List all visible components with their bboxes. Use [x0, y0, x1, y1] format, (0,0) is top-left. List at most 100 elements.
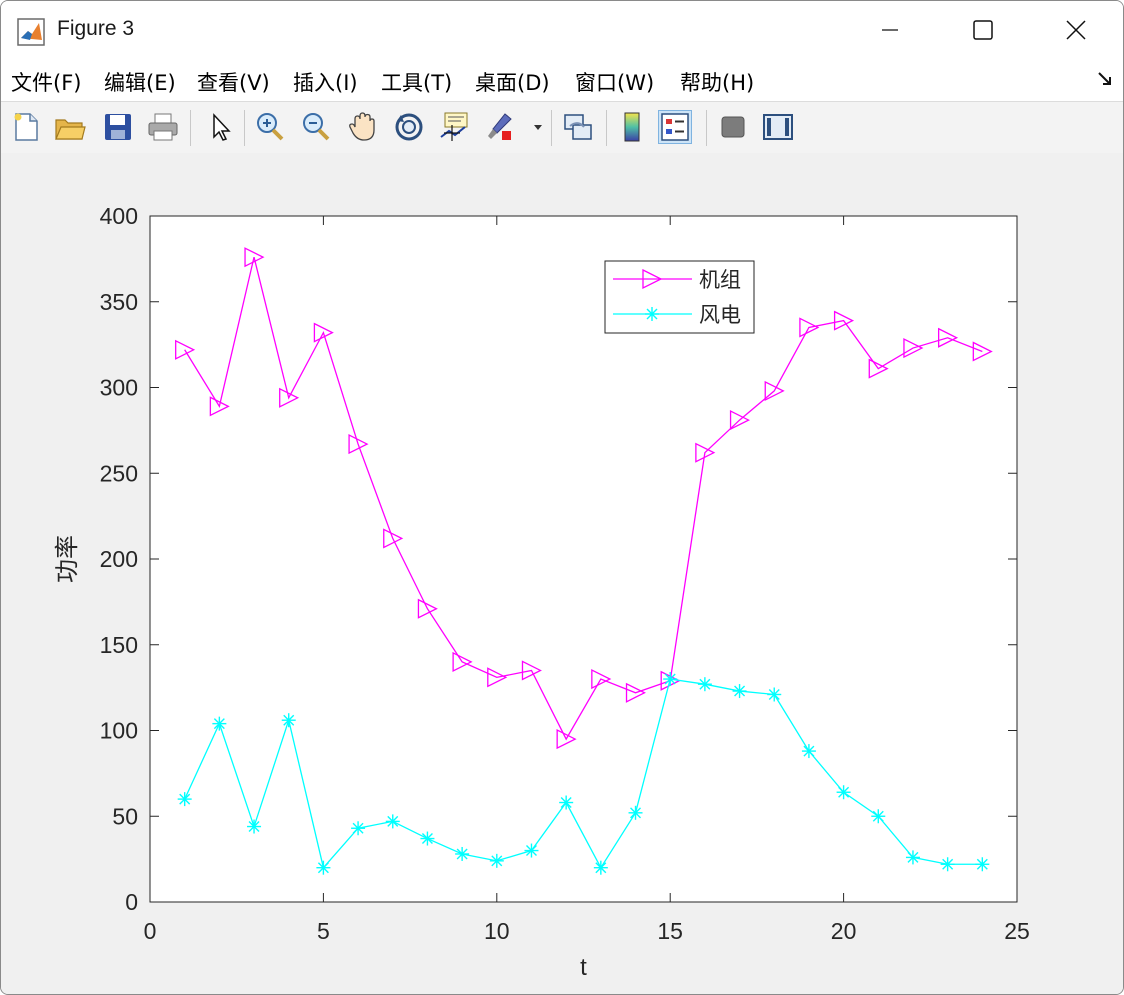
x-tick-label: 5	[317, 918, 330, 944]
hide-plot-tools-icon	[721, 116, 745, 138]
data-point-wind[interactable]	[767, 687, 782, 702]
data-point-wind[interactable]	[836, 785, 851, 800]
show-plot-tools-icon	[763, 114, 793, 140]
close-button[interactable]	[1030, 1, 1122, 59]
rotate-button[interactable]	[392, 110, 426, 144]
y-tick-label: 250	[100, 460, 138, 486]
y-tick-label: 0	[125, 889, 138, 915]
toolbar-separator	[551, 110, 552, 146]
toolbar-separator	[244, 110, 245, 146]
data-point-wind[interactable]	[420, 831, 435, 846]
x-tick-label: 25	[1004, 918, 1030, 944]
data-point-wind[interactable]	[975, 857, 990, 872]
toolbar-separator	[190, 110, 191, 146]
maximize-button[interactable]	[937, 1, 1029, 59]
data-cursor-button[interactable]	[438, 110, 472, 144]
data-point-wind[interactable]	[871, 809, 886, 824]
pan-button[interactable]	[346, 110, 380, 144]
x-axis-label: t	[580, 954, 587, 981]
data-point-wind[interactable]	[385, 814, 400, 829]
data-point-wind[interactable]	[455, 846, 470, 861]
data-point-wind[interactable]	[247, 819, 262, 834]
data-point-wind[interactable]	[663, 672, 678, 687]
toolbar-separator	[706, 110, 707, 146]
menu-tools[interactable]: 工具(T)	[381, 67, 452, 97]
zoom-out-icon	[303, 113, 330, 141]
window-title: Figure 3	[57, 17, 135, 40]
select-button[interactable]	[204, 110, 238, 144]
legend-marker-wind[interactable]	[645, 307, 659, 321]
colorbar-button[interactable]	[615, 110, 649, 144]
y-tick-label: 400	[100, 203, 138, 229]
x-tick-label: 10	[484, 918, 510, 944]
data-point-wind[interactable]	[177, 792, 192, 807]
title-bar[interactable]: Figure 3	[1, 1, 1123, 59]
rotate-3d-icon	[395, 113, 423, 141]
legend-icon	[661, 113, 689, 141]
legend-label-unit: 机组	[699, 269, 741, 292]
data-point-wind[interactable]	[212, 716, 227, 731]
y-tick-label: 200	[100, 546, 138, 572]
menu-help[interactable]: 帮助(H)	[680, 67, 754, 97]
line-chart[interactable]: 0 5 10 15 20 25050100150200250300350400t功率机组风…	[1, 153, 1123, 994]
open-file-button[interactable]	[53, 110, 87, 144]
menu-insert[interactable]: 插入(I)	[293, 67, 358, 97]
data-point-wind[interactable]	[905, 850, 920, 865]
zoom-out-button[interactable]	[299, 110, 333, 144]
show-plot-tools-button[interactable]	[761, 110, 795, 144]
y-tick-label: 300	[100, 375, 138, 401]
plot-area[interactable]	[150, 216, 1017, 902]
data-point-wind[interactable]	[559, 795, 574, 810]
brush-button[interactable]	[485, 110, 519, 144]
print-button[interactable]	[146, 110, 180, 144]
toolbar	[1, 101, 1123, 154]
menu-file[interactable]: 文件(F)	[11, 67, 81, 97]
data-point-wind[interactable]	[524, 843, 539, 858]
data-point-wind[interactable]	[316, 860, 331, 875]
data-point-wind[interactable]	[281, 713, 296, 728]
figure-window: Figure 3 文件(F) 编辑(E) 查看(V) 插入(I) 工具(T) 桌…	[0, 0, 1124, 995]
print-icon	[148, 113, 178, 141]
save-button[interactable]	[101, 110, 135, 144]
menu-desktop[interactable]: 桌面(D)	[475, 67, 550, 97]
toolbar-separator	[606, 110, 607, 146]
open-file-icon	[55, 119, 86, 140]
data-point-wind[interactable]	[593, 860, 608, 875]
dock-arrow-icon[interactable]	[1097, 71, 1113, 87]
y-tick-label: 50	[112, 803, 138, 829]
data-point-wind[interactable]	[801, 744, 816, 759]
y-tick-label: 100	[100, 718, 138, 744]
matlab-logo-icon	[17, 18, 45, 46]
data-point-wind[interactable]	[351, 821, 366, 836]
new-figure-icon	[14, 113, 38, 141]
save-icon	[105, 114, 131, 140]
close-icon	[1066, 20, 1086, 40]
zoom-in-icon	[257, 113, 284, 141]
figure-canvas[interactable]: 0 5 10 15 20 25 0 50 100 150 200 250 300 350 400 t 功率 机组风…	[1, 153, 1123, 994]
colorbar-icon	[624, 112, 640, 142]
zoom-in-button[interactable]	[253, 110, 287, 144]
data-point-wind[interactable]	[697, 677, 712, 692]
minimize-icon	[882, 29, 898, 31]
link-plot-button[interactable]	[561, 110, 595, 144]
maximize-icon	[973, 20, 993, 40]
hide-plot-tools-button[interactable]	[716, 110, 750, 144]
data-point-wind[interactable]	[732, 684, 747, 699]
y-tick-label: 150	[100, 632, 138, 658]
legend-label-wind: 风电	[699, 304, 741, 327]
legend-button[interactable]	[658, 110, 692, 144]
menu-window[interactable]: 窗口(W)	[575, 67, 654, 97]
new-figure-button[interactable]	[9, 110, 43, 144]
x-tick-label: 0	[144, 918, 157, 944]
menu-edit[interactable]: 编辑(E)	[104, 67, 176, 97]
menu-bar: 文件(F) 编辑(E) 查看(V) 插入(I) 工具(T) 桌面(D) 窗口(W…	[1, 59, 1123, 101]
minimize-button[interactable]	[844, 1, 936, 59]
data-cursor-icon	[440, 112, 468, 141]
data-point-wind[interactable]	[489, 853, 504, 868]
data-point-wind[interactable]	[940, 857, 955, 872]
menu-view[interactable]: 查看(V)	[197, 67, 270, 97]
pan-hand-icon	[349, 112, 375, 141]
data-point-wind[interactable]	[628, 805, 643, 820]
brush-dropdown-icon[interactable]	[533, 123, 545, 133]
x-tick-label: 20	[831, 918, 857, 944]
